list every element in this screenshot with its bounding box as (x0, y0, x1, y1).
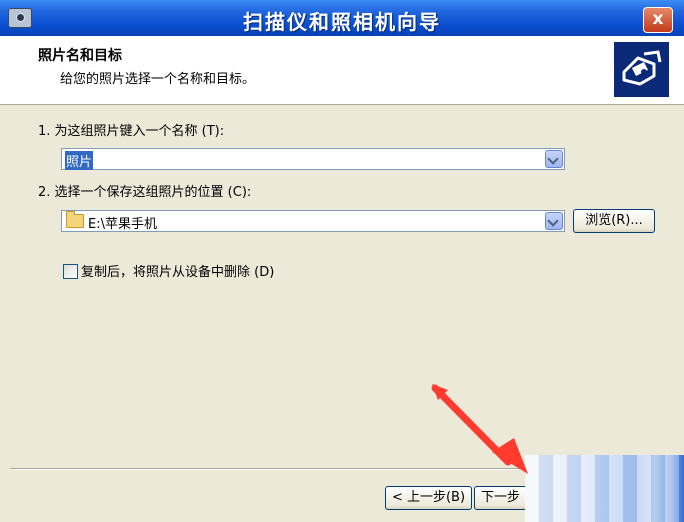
wizard-window: 扫描仪和照相机向导 x 照片名和目标 给您的照片选择一个名称和目标。 1. 为这… (0, 0, 684, 522)
location-combobox[interactable]: E:\苹果手机 (61, 210, 565, 232)
back-button[interactable]: < 上一步(B) (385, 486, 472, 510)
delete-after-copy-checkbox[interactable] (63, 264, 78, 279)
chevron-down-icon[interactable] (545, 212, 563, 230)
title-bar[interactable]: 扫描仪和照相机向导 x (0, 0, 684, 36)
name-input-value[interactable]: 照片 (65, 151, 94, 170)
header-subtitle: 给您的照片选择一个名称和目标。 (60, 72, 256, 87)
header-title: 照片名和目标 (38, 48, 122, 64)
blurred-region (525, 455, 684, 522)
browse-button[interactable]: 浏览(R)... (573, 209, 655, 233)
close-button[interactable]: x (643, 7, 673, 33)
window-title: 扫描仪和照相机向导 (243, 10, 441, 34)
folder-icon (66, 211, 84, 228)
chevron-down-icon[interactable] (545, 150, 563, 168)
delete-after-copy-label[interactable]: 复制后，将照片从设备中删除 (D) (81, 261, 274, 280)
name-label: 1. 为这组照片键入一个名称 (T): (38, 124, 225, 139)
location-label: 2. 选择一个保存这组照片的位置 (C): (38, 185, 252, 200)
name-combobox[interactable]: 照片 (61, 148, 565, 170)
camera-wizard-icon (614, 42, 669, 97)
red-arrow-annotation (431, 384, 528, 474)
wizard-header: 照片名和目标 给您的照片选择一个名称和目标。 (0, 36, 684, 105)
location-value: E:\苹果手机 (88, 217, 157, 232)
